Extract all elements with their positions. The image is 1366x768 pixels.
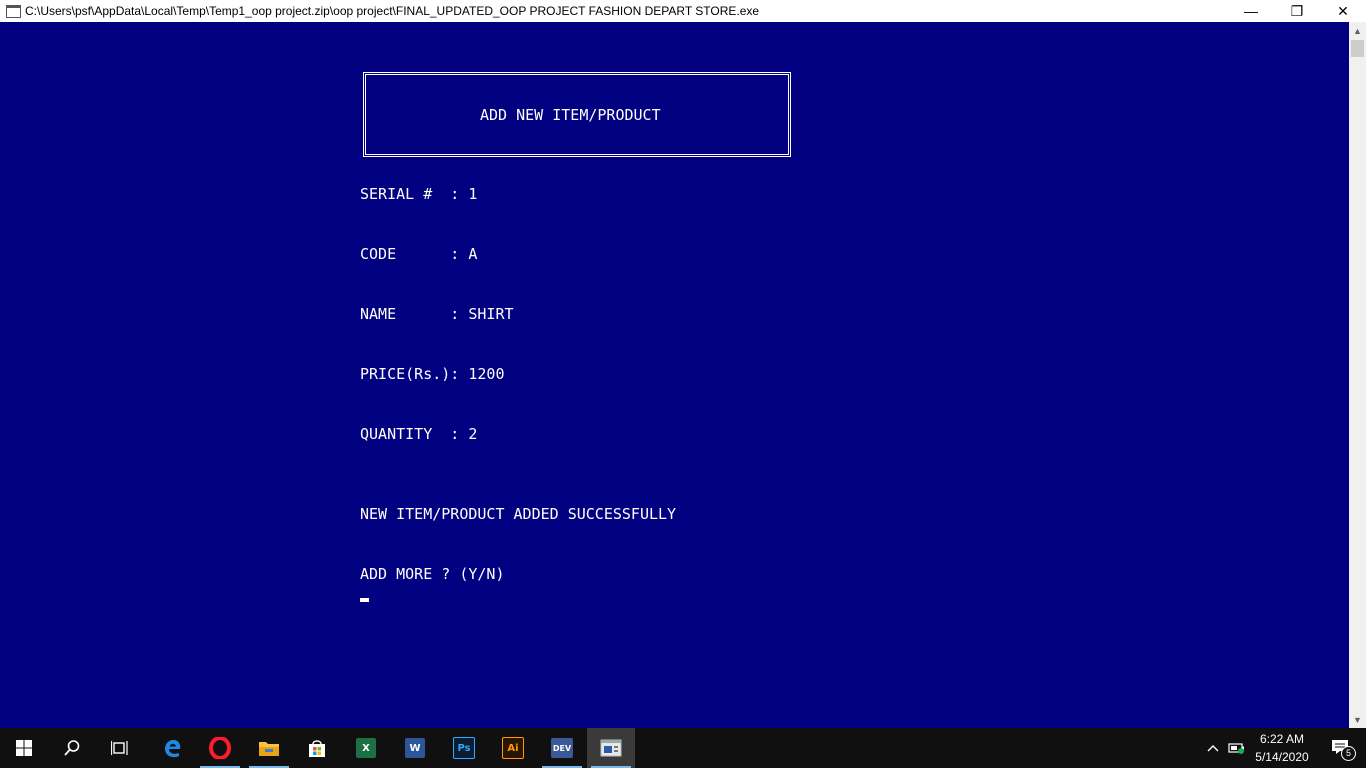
window-title-bar[interactable]: C:\Users\psf\AppData\Local\Temp\Temp1_oo… (0, 0, 1366, 22)
scroll-up-icon[interactable]: ▲ (1349, 22, 1366, 39)
excel-icon: X (356, 738, 376, 758)
minimize-icon: — (1244, 3, 1258, 19)
clock[interactable]: 6:22 AM 5/14/2020 (1247, 730, 1317, 766)
taskbar-console[interactable] (587, 728, 635, 768)
taskbar-edge[interactable] (148, 728, 196, 768)
close-button[interactable]: ✕ (1320, 0, 1366, 22)
store-bag-icon (309, 740, 325, 757)
task-view-icon (111, 741, 128, 755)
price-line: PRICE(Rs.): 1200 (360, 365, 505, 383)
battery-charging-icon (1228, 743, 1244, 754)
quantity-line: QUANTITY : 2 (360, 425, 478, 443)
taskbar-file-explorer[interactable] (245, 728, 293, 768)
show-hidden-icons-button[interactable] (1202, 728, 1224, 768)
taskbar-word[interactable]: W (391, 728, 439, 768)
task-view-button[interactable] (96, 728, 144, 768)
serial-line: SERIAL # : 1 (360, 185, 478, 203)
taskbar-illustrator[interactable]: Ai (489, 728, 537, 768)
opera-icon (209, 737, 231, 759)
taskbar: X W Ps Ai DEV 6:22 AM 5/14/2020 5 (0, 728, 1366, 768)
word-icon: W (405, 738, 425, 758)
illustrator-icon: Ai (502, 737, 524, 759)
devcpp-icon: DEV (551, 738, 573, 758)
taskbar-excel[interactable]: X (342, 728, 390, 768)
maximize-button[interactable]: ❐ (1274, 0, 1320, 22)
vertical-scrollbar[interactable]: ▲ ▼ (1349, 22, 1366, 728)
console-window-icon (600, 739, 622, 757)
search-icon (64, 740, 80, 756)
chevron-up-icon (1207, 745, 1219, 752)
name-line: NAME : SHIRT (360, 305, 514, 323)
minimize-button[interactable]: — (1228, 0, 1274, 22)
edge-icon (165, 739, 181, 758)
header-title: ADD NEW ITEM/PRODUCT (480, 106, 661, 124)
windows-logo-icon (16, 740, 32, 756)
add-more-prompt: ADD MORE ? (Y/N) (360, 565, 505, 583)
taskbar-photoshop[interactable]: Ps (440, 728, 488, 768)
taskbar-store[interactable] (293, 728, 341, 768)
clock-time: 6:22 AM (1259, 732, 1305, 746)
search-button[interactable] (48, 728, 96, 768)
console-output[interactable]: ADD NEW ITEM/PRODUCT SERIAL # : 1 CODE :… (0, 22, 1349, 728)
code-line: CODE : A (360, 245, 478, 263)
scroll-thumb[interactable] (1351, 40, 1364, 57)
close-icon: ✕ (1337, 2, 1349, 19)
success-message: NEW ITEM/PRODUCT ADDED SUCCESSFULLY (360, 505, 677, 523)
taskbar-devcpp[interactable]: DEV (538, 728, 586, 768)
clock-date: 5/14/2020 (1255, 750, 1309, 764)
restore-icon: ❐ (1290, 2, 1304, 19)
action-center-button[interactable]: 5 (1318, 728, 1366, 768)
scroll-down-icon[interactable]: ▼ (1349, 711, 1366, 728)
taskbar-opera[interactable] (196, 728, 244, 768)
photoshop-icon: Ps (453, 737, 475, 759)
console-app-icon (6, 4, 21, 18)
notification-icon: 5 (1331, 738, 1356, 761)
start-button[interactable] (0, 728, 48, 768)
text-cursor (360, 598, 369, 602)
battery-network-tray[interactable] (1226, 728, 1248, 768)
window-title: C:\Users\psf\AppData\Local\Temp\Temp1_oo… (25, 4, 760, 18)
header-box: ADD NEW ITEM/PRODUCT (363, 72, 791, 157)
folder-icon (259, 742, 279, 756)
notification-count-badge: 5 (1341, 746, 1356, 761)
